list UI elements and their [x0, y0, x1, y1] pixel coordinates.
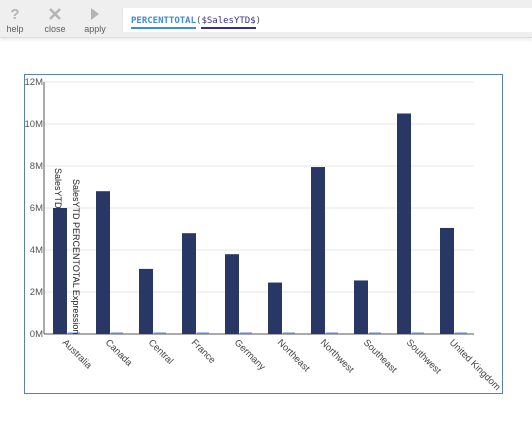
bar-salesytd [311, 167, 325, 334]
formula-close-paren: ) [255, 16, 262, 26]
bar-percenttotal [111, 332, 123, 334]
question-mark-icon: ? [9, 6, 21, 22]
bar-percenttotal [154, 332, 166, 334]
bar-percenttotal [412, 332, 424, 334]
x-tick-label: Southwest [404, 337, 443, 376]
x-tick-label: Northeast [275, 337, 312, 374]
help-button[interactable]: ? help [0, 0, 35, 38]
bar-percenttotal [369, 332, 381, 334]
formula-text[interactable]: PERCENTTOTAL($SalesYTD$) [131, 16, 262, 29]
bar-salesytd [440, 227, 454, 334]
x-tick-label: France [189, 337, 218, 366]
bar-percenttotal [455, 332, 467, 334]
bar-chart: 0M 2M 4M 6M 8M 10M 12M Australia Canada Central Fr… [25, 77, 502, 393]
bar-salesytd [53, 208, 67, 334]
x-tick-label: Northwest [318, 337, 356, 375]
bar-salesytd [225, 254, 239, 334]
help-label: help [6, 24, 24, 34]
bar-salesytd [139, 268, 153, 334]
bar-percenttotal [197, 332, 209, 334]
bar-percenttotal [283, 332, 295, 334]
series-label-percenttotal: SalesYTD PERCENTOTAL Expression [71, 179, 81, 334]
x-tick-label: Southeast [361, 337, 399, 375]
bar-percenttotal [240, 332, 252, 334]
toolbar: ? help close apply PERCENTTOTAL($SalesYT… [0, 0, 532, 38]
x-tick-label: Germany [232, 337, 268, 373]
bar-percenttotal [326, 332, 338, 334]
x-tick-label: United Kingdom [447, 337, 502, 393]
y-tick-label: 10M [25, 119, 43, 130]
play-triangle-icon [90, 6, 100, 22]
chart-frame: 0M 2M 4M 6M 8M 10M 12M Australia Canada Central Fr… [24, 74, 503, 394]
svg-text:?: ? [10, 6, 19, 22]
y-tick-label: 8M [30, 161, 43, 172]
x-tick-label: Australia [60, 337, 94, 371]
y-tick-label: 4M [30, 245, 43, 256]
y-tick-label: 0M [30, 329, 43, 340]
bar-salesytd [182, 233, 196, 334]
bar-salesytd [397, 113, 411, 334]
close-button[interactable]: close [35, 0, 75, 38]
x-icon [48, 6, 62, 22]
apply-label: apply [84, 24, 106, 34]
x-tick-label: Central [146, 337, 175, 366]
bar-salesytd [268, 282, 282, 334]
apply-button[interactable]: apply [75, 0, 115, 38]
series-label-salesytd: SalesYTD [53, 168, 63, 209]
y-tick-label: 12M [25, 77, 43, 88]
x-tick-label: Canada [103, 337, 135, 369]
close-label: close [44, 24, 66, 34]
y-tick-label: 6M [30, 203, 43, 214]
bar-salesytd [96, 191, 110, 334]
y-tick-label: 2M [30, 287, 43, 298]
formula-function: PERCENTTOTAL [131, 16, 197, 29]
formula-argument: $SalesYTD$ [201, 16, 256, 29]
bar-salesytd [354, 280, 368, 334]
formula-editor[interactable]: PERCENTTOTAL($SalesYTD$) [122, 8, 532, 32]
